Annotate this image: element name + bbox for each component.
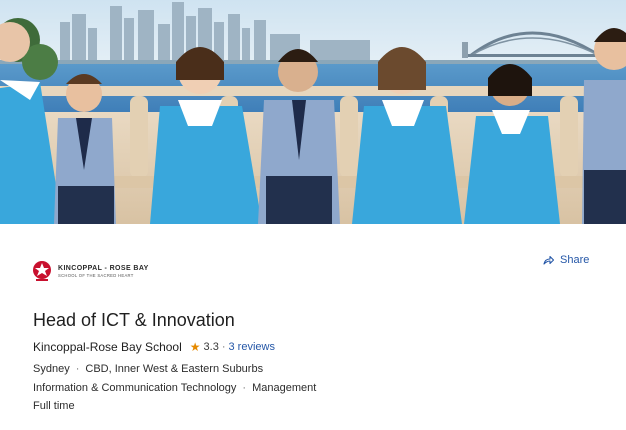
share-label: Share bbox=[560, 254, 590, 266]
location-separator: · bbox=[75, 363, 80, 375]
cover-image bbox=[0, 0, 626, 224]
school-children-photo bbox=[0, 0, 626, 224]
location-area[interactable]: CBD, Inner West & Eastern Suburbs bbox=[85, 363, 263, 375]
logo-brand-name: KINCOPPAL - ROSE BAY bbox=[58, 264, 149, 272]
logo-tagline: SCHOOL OF THE SACRED HEART bbox=[58, 272, 134, 278]
job-location: Sydney · CBD, Inner West & Eastern Subur… bbox=[33, 363, 263, 375]
job-classification: Information & Communication Technology ·… bbox=[33, 382, 316, 394]
work-type: Full time bbox=[33, 400, 75, 412]
work-type-label: Full time bbox=[33, 400, 75, 412]
location-city[interactable]: Sydney bbox=[33, 363, 70, 375]
company-name-link[interactable]: Kincoppal-Rose Bay School bbox=[33, 340, 182, 354]
job-summary-card: KINCOPPAL - ROSE BAY SCHOOL OF THE SACRE… bbox=[0, 224, 626, 430]
logo-wordmark: KINCOPPAL - ROSE BAY SCHOOL OF THE SACRE… bbox=[58, 264, 149, 279]
rating-value: 3.3 bbox=[203, 341, 219, 353]
reviews-link[interactable]: 3 reviews bbox=[229, 341, 275, 353]
star-icon: ★ bbox=[189, 340, 201, 354]
rating-separator: · bbox=[221, 341, 226, 353]
classification-subcategory[interactable]: Management bbox=[252, 382, 316, 394]
company-logo[interactable]: KINCOPPAL - ROSE BAY SCHOOL OF THE SACRE… bbox=[32, 259, 149, 283]
school-crest-icon bbox=[33, 261, 51, 281]
company-rating-line: Kincoppal-Rose Bay School ★ 3.3 · 3 revi… bbox=[33, 340, 275, 354]
share-button[interactable]: Share bbox=[543, 254, 589, 266]
share-arrow-icon bbox=[543, 255, 554, 265]
job-title: Head of ICT & Innovation bbox=[33, 310, 235, 330]
classification-separator: · bbox=[242, 382, 247, 394]
classification-category[interactable]: Information & Communication Technology bbox=[33, 382, 236, 394]
